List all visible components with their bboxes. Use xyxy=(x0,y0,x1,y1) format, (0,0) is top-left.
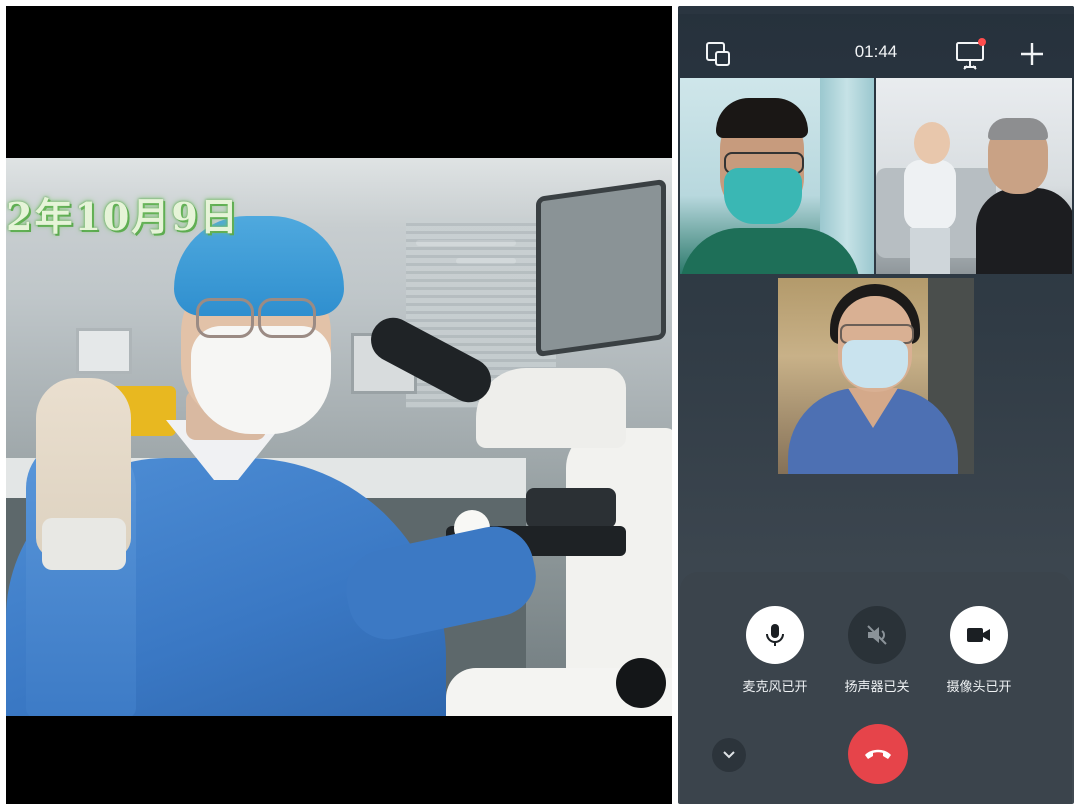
camera-button[interactable] xyxy=(950,606,1008,664)
speaker-button[interactable] xyxy=(848,606,906,664)
notification-dot xyxy=(978,38,986,46)
participant-video-tile[interactable] xyxy=(680,78,874,274)
microphone-icon xyxy=(766,624,784,646)
plus-icon[interactable] xyxy=(1018,40,1046,68)
camera-toggle[interactable]: 摄像头已开 xyxy=(924,606,1034,695)
video-camera-icon xyxy=(967,628,990,642)
status-bar xyxy=(678,6,1074,14)
lab-scene-image: 2年10月9日 xyxy=(6,158,672,716)
date-overlay: 2年10月9日 xyxy=(6,194,240,239)
call-timer: 01:44 xyxy=(854,42,898,61)
microphone-toggle[interactable]: 麦克风已开 xyxy=(720,606,830,695)
self-video-tile[interactable] xyxy=(778,278,974,474)
chevron-down-icon xyxy=(723,751,735,759)
participant-video-tile[interactable] xyxy=(876,78,1072,274)
video-frame: 2年10月9日 xyxy=(6,6,672,804)
call-controls-panel: 麦克风已开 扬声器已关 摄像头已开 xyxy=(680,572,1072,804)
video-call-screen: 01:44 麦克风已开 扬声器已关 摄像头已开 xyxy=(678,6,1074,804)
microphone-button[interactable] xyxy=(746,606,804,664)
speaker-label: 扬声器已关 xyxy=(844,680,910,695)
hang-up-button[interactable] xyxy=(848,724,908,784)
collapse-button[interactable] xyxy=(712,738,746,772)
phone-hangup-icon xyxy=(865,749,891,759)
camera-label: 摄像头已开 xyxy=(946,680,1012,695)
microphone-label: 麦克风已开 xyxy=(742,680,808,695)
call-top-bar: 01:44 xyxy=(678,32,1074,76)
speaker-toggle[interactable]: 扬声器已关 xyxy=(822,606,932,695)
screen-share-icon[interactable] xyxy=(954,38,988,70)
speaker-muted-icon xyxy=(867,625,887,645)
